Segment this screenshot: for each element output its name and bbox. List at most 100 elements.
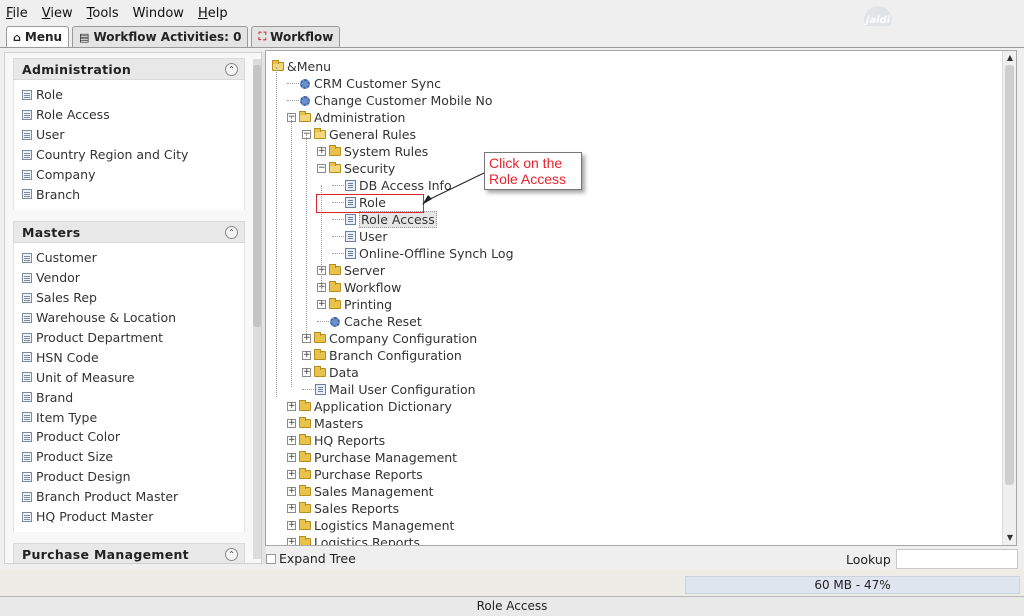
tree-node[interactable]: &Menu — [272, 58, 331, 75]
menu-window[interactable]: Window — [133, 6, 184, 21]
expand-icon[interactable]: + — [287, 436, 296, 445]
tree-node[interactable]: Online-Offline Synch Log — [332, 245, 514, 262]
tree-node[interactable]: + Sales Management — [287, 483, 434, 500]
tree-node[interactable]: + Purchase Reports — [287, 466, 423, 483]
collapse-icon[interactable]: − — [317, 164, 326, 173]
sidebar-item[interactable]: Vendor — [14, 268, 244, 288]
tree-node[interactable]: + Company Configuration — [302, 330, 477, 347]
tab-menu-label: Menu — [24, 30, 63, 44]
sidebar-item[interactable]: Customer — [14, 248, 244, 268]
menu-tools[interactable]: Tools — [87, 6, 119, 21]
sidebar-item[interactable]: Product Color — [14, 427, 244, 447]
expand-icon[interactable]: + — [287, 402, 296, 411]
tree-node[interactable]: + Branch Configuration — [302, 347, 462, 364]
menu-view[interactable]: View — [42, 6, 73, 21]
expand-icon[interactable]: + — [317, 147, 326, 156]
tree-node[interactable]: + System Rules — [317, 143, 428, 160]
folder-icon — [299, 485, 311, 496]
tree-node[interactable]: + Printing — [317, 296, 392, 313]
sidebar-item[interactable]: Branch Product Master — [14, 487, 244, 507]
expand-icon[interactable]: + — [317, 300, 326, 309]
sidebar-scrollbar[interactable] — [253, 59, 261, 559]
expand-icon[interactable]: + — [287, 504, 296, 513]
workflow-icon: ⛶ — [258, 30, 267, 43]
expand-tree-toggle[interactable]: Expand Tree — [266, 551, 356, 566]
tree-node[interactable]: Role Access — [332, 211, 437, 228]
sidebar-item[interactable]: Item Type — [14, 407, 244, 427]
expand-icon[interactable]: + — [287, 453, 296, 462]
tree-node[interactable]: − General Rules — [302, 126, 416, 143]
tree-node[interactable]: Mail User Configuration — [302, 381, 476, 398]
expand-icon[interactable]: + — [302, 351, 311, 360]
tree-node[interactable]: + Logistics Reports — [287, 534, 420, 545]
tree-node[interactable]: + HQ Reports — [287, 432, 385, 449]
highlight-box — [316, 194, 424, 213]
sidebar-item[interactable]: Role — [14, 85, 244, 105]
expand-icon[interactable]: + — [287, 470, 296, 479]
tree-node[interactable]: + Application Dictionary — [287, 398, 452, 415]
sidebar-item[interactable]: Product Department — [14, 328, 244, 348]
lookup-input[interactable] — [896, 549, 1018, 569]
sidebar-item-label: Customer — [36, 250, 97, 266]
tab-workflow-activities[interactable]: ▤ Workflow Activities: 0 — [72, 26, 249, 47]
tree-node[interactable]: − Administration — [287, 109, 405, 126]
expand-icon[interactable]: + — [302, 334, 311, 343]
sidebar-item[interactable]: Company — [14, 165, 244, 185]
tree-node[interactable]: + Purchase Management — [287, 449, 457, 466]
tree-node[interactable]: + Masters — [287, 415, 363, 432]
tree-node[interactable]: Change Customer Mobile No — [287, 92, 493, 109]
menu-file[interactable]: File — [6, 6, 28, 21]
sidebar-item[interactable]: Sales Rep — [14, 288, 244, 308]
expand-icon[interactable]: + — [287, 419, 296, 428]
sidebar-item[interactable]: Branch — [14, 184, 244, 204]
sidebar-item[interactable]: Product Size — [14, 447, 244, 467]
collapse-icon[interactable]: ⌃ — [225, 547, 238, 561]
collapse-icon[interactable]: ⌃ — [225, 62, 238, 76]
tab-workflow[interactable]: ⛶ Workflow — [251, 26, 341, 47]
section-header[interactable]: Administration ⌃ — [13, 58, 245, 80]
folder-icon — [314, 349, 326, 360]
expand-icon[interactable]: + — [302, 368, 311, 377]
expand-tree-checkbox[interactable] — [266, 553, 276, 564]
sidebar-item[interactable]: User — [14, 125, 244, 145]
sidebar-item-label: Item Type — [36, 409, 98, 425]
scroll-thumb[interactable] — [1005, 65, 1014, 485]
window-icon — [22, 272, 32, 283]
section-header[interactable]: Purchase Management ⌃ — [13, 543, 245, 563]
tree-node[interactable]: Cache Reset — [317, 313, 422, 330]
tree-guide-line — [306, 134, 307, 334]
tree-node[interactable]: + Logistics Management — [287, 517, 454, 534]
memory-indicator[interactable]: 60 MB - 47% — [685, 576, 1020, 594]
sidebar-item[interactable]: Product Design — [14, 467, 244, 487]
menu-help[interactable]: Help — [198, 6, 228, 21]
expand-icon[interactable]: + — [287, 487, 296, 496]
expand-icon[interactable]: + — [287, 521, 296, 530]
tree-connector — [302, 389, 314, 390]
tree-node[interactable]: + Sales Reports — [287, 500, 399, 517]
collapse-icon[interactable]: ⌃ — [225, 225, 238, 239]
tab-menu[interactable]: ⌂ Menu — [6, 26, 70, 47]
tree-node[interactable]: User — [332, 228, 388, 245]
sidebar-item[interactable]: Warehouse & Location — [14, 308, 244, 328]
tree-node[interactable]: + Workflow — [317, 279, 401, 296]
expand-icon[interactable]: + — [287, 538, 296, 545]
sidebar-section-administration: Administration ⌃ Role Role Access User Coun… — [13, 58, 245, 211]
scroll-thumb[interactable] — [253, 65, 261, 327]
sidebar-item[interactable]: Brand — [14, 387, 244, 407]
section-header[interactable]: Masters ⌃ — [13, 221, 245, 243]
sidebar-item[interactable]: Role Access — [14, 105, 244, 125]
sidebar-item[interactable]: Unit of Measure — [14, 367, 244, 387]
tree-node-label: Purchase Management — [314, 450, 458, 465]
tree-scrollbar[interactable]: ▲ ▼ — [1002, 51, 1016, 545]
scroll-down-icon[interactable]: ▼ — [1004, 533, 1016, 543]
sidebar-item[interactable]: HQ Product Master — [14, 507, 244, 527]
sidebar-item[interactable]: HSN Code — [14, 347, 244, 367]
tree-node[interactable]: + Server — [317, 262, 385, 279]
tab-workflow-activities-label: Workflow Activities: 0 — [93, 30, 242, 44]
scroll-up-icon[interactable]: ▲ — [1004, 53, 1016, 63]
window-icon — [22, 392, 32, 403]
tree-node[interactable]: CRM Customer Sync — [287, 75, 441, 92]
tree-node[interactable]: + Data — [302, 364, 359, 381]
sidebar-item[interactable]: Country Region and City — [14, 145, 244, 165]
tree-node[interactable]: − Security — [317, 160, 395, 177]
